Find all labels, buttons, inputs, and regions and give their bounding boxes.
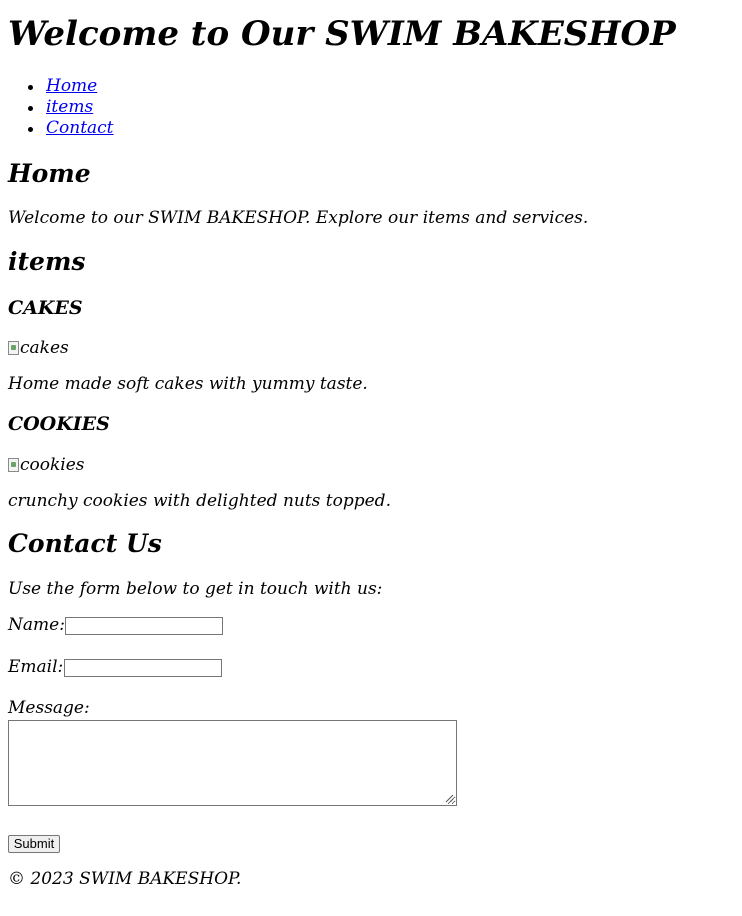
broken-image-icon (8, 458, 19, 472)
site-title: Welcome to Our SWIM BAKESHOP (8, 14, 676, 54)
contact-heading: Contact Us (8, 529, 162, 558)
product-image-cakes: cakes (8, 338, 69, 358)
product-description-cakes: Home made soft cakes with yummy taste. (8, 374, 368, 394)
page: Welcome to Our SWIM BAKESHOP Home items … (0, 0, 742, 916)
message-textarea[interactable] (8, 720, 457, 806)
nav-link-contact[interactable]: Contact (46, 118, 114, 138)
home-heading: Home (8, 159, 91, 188)
message-label: Message: (8, 698, 90, 718)
nav-item-items: items (28, 97, 114, 118)
nav-item-home: Home (28, 76, 114, 97)
product-name-cookies: COOKIES (8, 413, 110, 435)
contact-intro: Use the form below to get in touch with … (8, 579, 383, 599)
product-name-cakes: CAKES (8, 297, 83, 319)
submit-button[interactable]: Submit (8, 835, 60, 853)
items-heading: items (8, 247, 86, 276)
main-nav: Home items Contact (28, 76, 114, 139)
image-alt-text: cookies (20, 455, 85, 475)
email-label: Email: (8, 657, 64, 677)
email-input[interactable] (64, 659, 222, 677)
nav-item-contact: Contact (28, 118, 114, 139)
image-alt-text: cakes (20, 338, 69, 358)
nav-link-home[interactable]: Home (46, 76, 97, 96)
nav-link-items[interactable]: items (46, 97, 93, 117)
home-text: Welcome to our SWIM BAKESHOP. Explore ou… (8, 208, 589, 228)
product-description-cookies: crunchy cookies with delighted nuts topp… (8, 491, 391, 511)
footer-copyright: © 2023 SWIM BAKESHOP. (8, 869, 242, 889)
name-label: Name: (8, 615, 65, 635)
name-input[interactable] (65, 617, 223, 635)
product-image-cookies: cookies (8, 455, 85, 475)
broken-image-icon (8, 341, 19, 355)
